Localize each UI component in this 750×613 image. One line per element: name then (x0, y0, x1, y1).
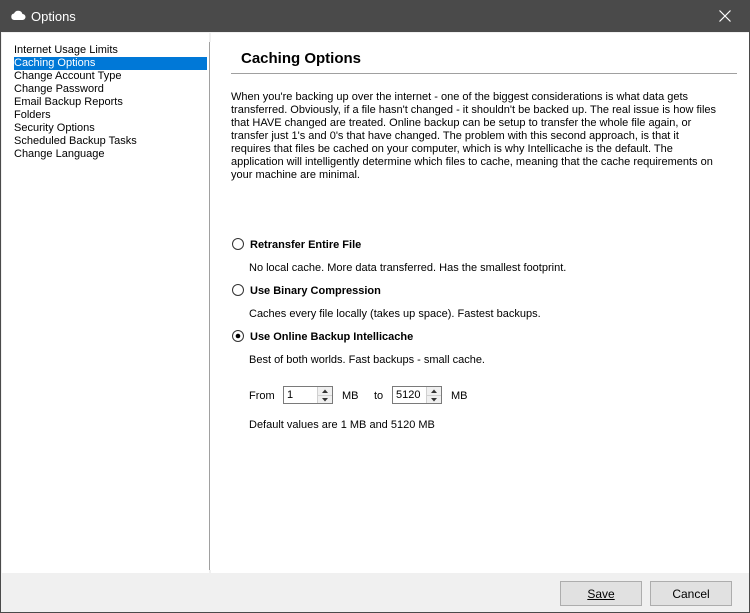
description-text: When you're backing up over the internet… (231, 91, 716, 181)
caching-options-panel: Caching Options When you're backing up o… (211, 33, 749, 573)
cancel-button[interactable]: Cancel (650, 581, 732, 606)
sidebar-item-folders[interactable]: Folders (14, 109, 207, 122)
from-value[interactable]: 1 (287, 389, 293, 401)
sidebar-item-scheduled-backup-tasks[interactable]: Scheduled Backup Tasks (14, 135, 207, 148)
from-unit: MB (342, 390, 359, 402)
sidebar-item-security-options[interactable]: Security Options (14, 122, 207, 135)
save-button[interactable]: Save (560, 581, 642, 606)
default-values-note: Default values are 1 MB and 5120 MB (249, 419, 435, 431)
close-button[interactable] (703, 1, 749, 32)
chevron-up-icon (431, 389, 437, 393)
to-label: to (374, 390, 384, 402)
sidebar-item-change-password[interactable]: Change Password (14, 83, 207, 96)
to-unit: MB (451, 390, 468, 402)
from-stepper-down[interactable] (317, 395, 332, 403)
intellicache-description: Best of both worlds. Fast backups - smal… (249, 354, 485, 366)
window-title: Options (31, 9, 76, 24)
retransfer-radio[interactable] (232, 238, 244, 250)
sidebar: Internet Usage Limits Caching Options Ch… (2, 33, 209, 573)
intellicache-label[interactable]: Use Online Backup Intellicache (250, 331, 413, 343)
sidebar-item-internet-usage-limits[interactable]: Internet Usage Limits (14, 44, 207, 57)
chevron-down-icon (322, 398, 328, 402)
cloud-icon (10, 9, 26, 21)
to-value[interactable]: 5120 (396, 389, 420, 401)
page-title: Caching Options (241, 50, 361, 67)
chevron-down-icon (431, 398, 437, 402)
options-window: Options Internet Usage Limits Caching Op… (0, 0, 750, 613)
binary-compression-radio[interactable] (232, 284, 244, 296)
cancel-label: Cancel (672, 587, 710, 601)
retransfer-description: No local cache. More data transferred. H… (249, 262, 567, 274)
binary-compression-label[interactable]: Use Binary Compression (250, 285, 381, 297)
from-label: From (249, 390, 275, 402)
to-stepper[interactable]: 5120 (392, 386, 442, 404)
chevron-up-icon (322, 389, 328, 393)
sidebar-item-change-language[interactable]: Change Language (14, 148, 207, 161)
sidebar-item-caching-options[interactable]: Caching Options (14, 57, 207, 70)
sidebar-item-change-account-type[interactable]: Change Account Type (14, 70, 207, 83)
title-divider (231, 73, 737, 74)
title-bar[interactable]: Options (1, 1, 749, 32)
to-stepper-up[interactable] (426, 387, 441, 395)
sidebar-item-email-backup-reports[interactable]: Email Backup Reports (14, 96, 207, 109)
to-stepper-down[interactable] (426, 395, 441, 403)
binary-compression-description: Caches every file locally (takes up spac… (249, 308, 541, 320)
save-label: Save (587, 587, 615, 601)
intellicache-radio[interactable] (232, 330, 244, 342)
from-stepper-up[interactable] (317, 387, 332, 395)
close-icon (719, 10, 731, 22)
from-stepper[interactable]: 1 (283, 386, 333, 404)
retransfer-label[interactable]: Retransfer Entire File (250, 239, 361, 251)
